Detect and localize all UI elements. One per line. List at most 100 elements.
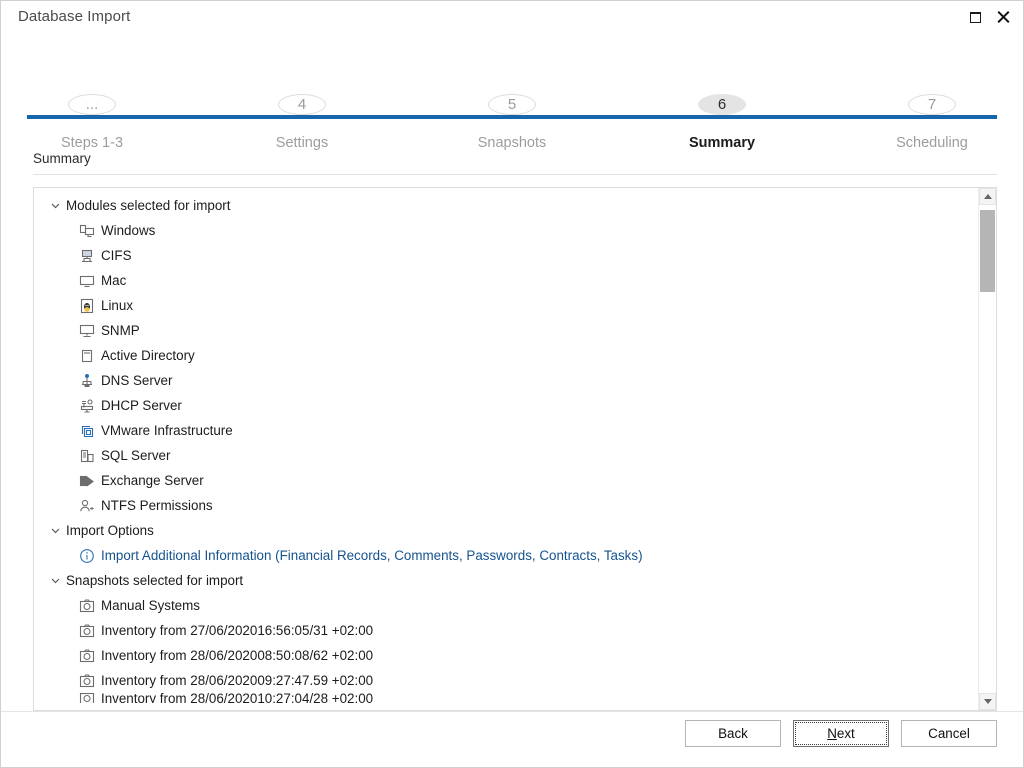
wizard-stepper: ... Steps 1-3 4 Settings 5 Snapshots 6 S… [1,34,1023,151]
info-icon [78,547,95,564]
step-label: Settings [275,135,329,151]
tree-group-row[interactable]: Modules selected for import [34,193,978,218]
tree-item-row[interactable]: DNS Server [34,368,978,393]
tree-item-label: Import Additional Information (Financial… [101,548,643,563]
chevron-down-icon[interactable] [46,572,64,590]
footer-bar: Back Next Cancel [1,711,1023,767]
dns-server-icon [78,372,95,389]
chevron-down-icon [983,699,992,704]
tree-item-row[interactable]: Exchange Server [34,468,978,493]
snapshot-camera-icon [78,672,95,689]
tree-item-row[interactable]: Active Directory [34,343,978,368]
tree-item-label: Mac [101,273,127,288]
cancel-button[interactable]: Cancel [901,720,997,747]
footer-buttons: Back Next Cancel [685,720,997,747]
step-circle: 6 [698,94,746,115]
step-steps-1-3[interactable]: ... Steps 1-3 [27,34,157,151]
tree-item-row[interactable]: DHCP Server [34,393,978,418]
tree-item-label: NTFS Permissions [101,498,213,513]
tree-item-row[interactable]: Manual Systems [34,593,978,618]
step-label: Steps 1-3 [60,135,124,151]
tree-item-label: Manual Systems [101,598,200,613]
tree-item-row[interactable]: Inventory from 28/06/202010:27:04/28 +02… [34,693,978,703]
window-title: Database Import [18,8,131,25]
footer-divider [1,711,1023,712]
cifs-network-icon [78,247,95,264]
tree-item-row[interactable]: SNMP [34,318,978,343]
sql-server-icon [78,447,95,464]
tree-item-row[interactable]: SQL Server [34,443,978,468]
maximize-button[interactable] [961,4,989,30]
chevron-up-icon [983,194,992,199]
step-summary[interactable]: 6 Summary [657,34,787,151]
step-circle: ... [68,94,116,115]
chevron-down-icon[interactable] [46,197,64,215]
tree-group-row[interactable]: Import Options [34,518,978,543]
tree-item-row[interactable]: CIFS [34,243,978,268]
window-controls [961,4,1017,30]
tree-item-label: DNS Server [101,373,173,388]
snapshot-camera-icon [78,693,95,703]
tree-item-label: Inventory from 28/06/202008:50:08/62 +02… [101,648,374,663]
database-import-window: Database Import ... Steps 1-3 4 Settings… [0,0,1024,768]
next-button-label: Next [827,726,855,741]
mac-monitor-icon [78,272,95,289]
tree-item-row[interactable]: NTFS Permissions [34,493,978,518]
tree-item-row[interactable]: Windows [34,218,978,243]
tree-item-row[interactable]: Inventory from 28/06/202009:27:47.59 +02… [34,668,978,693]
tree-item-label: VMware Infrastructure [101,423,233,438]
scroll-down-button[interactable] [979,693,996,710]
summary-panel: Modules selected for import Windows CIFS Ma… [33,187,997,711]
stepper-steps: ... Steps 1-3 4 Settings 5 Snapshots 6 S… [27,34,997,151]
back-button-label: Back [718,726,748,741]
maximize-icon [969,11,981,23]
close-button[interactable] [989,4,1017,30]
tree-group-row[interactable]: Snapshots selected for import [34,568,978,593]
step-circle: 7 [908,94,956,115]
step-settings[interactable]: 4 Settings [237,34,367,151]
page-title: Summary [33,151,91,166]
tree-item-row[interactable]: Mac [34,268,978,293]
tree-item-label: CIFS [101,248,132,263]
scroll-up-button[interactable] [979,188,996,205]
step-scheduling[interactable]: 7 Scheduling [867,34,997,151]
vertical-scrollbar[interactable] [978,188,996,710]
tree-item-label: Windows [101,223,156,238]
summary-tree[interactable]: Modules selected for import Windows CIFS Ma… [34,188,978,710]
tree-item-label: Inventory from 28/06/202010:27:04/28 +02… [101,693,374,703]
step-snapshots[interactable]: 5 Snapshots [447,34,577,151]
tree-item-label: Snapshots selected for import [66,573,244,588]
snapshot-camera-icon [78,647,95,664]
windows-computer-icon [78,222,95,239]
tree-item-label: Import Options [66,523,154,538]
snapshot-camera-icon [78,597,95,614]
tree-item-row[interactable]: VMware Infrastructure [34,418,978,443]
tree-item-row[interactable]: Inventory from 28/06/202008:50:08/62 +02… [34,643,978,668]
title-bar: Database Import [1,1,1023,34]
next-button[interactable]: Next [793,720,889,747]
tree-item-label: Linux [101,298,134,313]
tree-item-row[interactable]: Import Additional Information (Financial… [34,543,978,568]
tree-item-row[interactable]: Inventory from 27/06/202016:56:05/31 +02… [34,618,978,643]
section-divider [33,174,997,175]
tree-item-label: SNMP [101,323,140,338]
scrollbar-thumb[interactable] [980,210,995,292]
tree-item-label: Modules selected for import [66,198,231,213]
vmware-icon [78,422,95,439]
tree-item-row[interactable]: Linux [34,293,978,318]
linux-penguin-icon [78,297,95,314]
tree-item-label: Inventory from 28/06/202009:27:47.59 +02… [101,673,374,688]
snapshot-camera-icon [78,622,95,639]
back-button[interactable]: Back [685,720,781,747]
tree-item-label: DHCP Server [101,398,182,413]
chevron-down-icon[interactable] [46,522,64,540]
ntfs-permissions-icon [78,497,95,514]
step-circle: 4 [278,94,326,115]
step-label: Scheduling [896,135,968,151]
dhcp-server-icon [78,397,95,414]
snmp-monitor-icon [78,322,95,339]
tree-item-label: Inventory from 27/06/202016:56:05/31 +02… [101,623,374,638]
tree-item-label: Exchange Server [101,473,204,488]
step-label: Snapshots [477,135,547,151]
tree-item-label: SQL Server [101,448,171,463]
